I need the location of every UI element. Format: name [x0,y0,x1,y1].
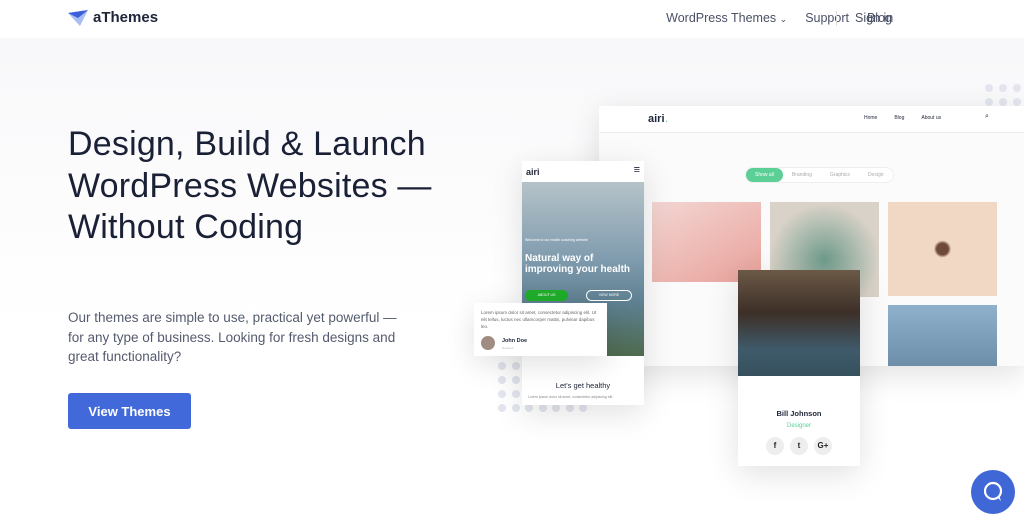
testimonial-name: John Doe [502,338,528,344]
profile-role: Designer [786,423,811,429]
nav-label: WordPress Themes [666,11,777,25]
chat-button[interactable] [971,470,1015,514]
nav-wordpress-themes[interactable]: WordPress Themes ⌄ [666,11,787,25]
portfolio-image-chair [888,305,997,366]
view-themes-button[interactable]: View Themes [68,393,191,429]
mock-nav-item: Blog [894,115,905,121]
mock-section-title: Let's get healthy [555,381,611,390]
chat-icon [983,481,1003,501]
profile-name: Bill Johnson [776,409,822,418]
mock-about-button: ABOUT US [525,290,568,301]
mock-body-text: Lorem ipsum dolor sit amet, consectetur … [528,395,614,399]
search-icon: ⌕ [985,113,989,120]
hamburger-icon: ≡ [633,164,640,176]
mobile-theme-preview: airi ≡ Welcome to our health coaching we… [522,161,644,405]
mock-filter: Graphics [829,172,850,178]
decor-dots [985,84,1021,106]
header: aThemes WordPress Themes ⌄ Support Blog … [0,0,1024,38]
mock-headline: Natural way of improving your health [525,253,631,275]
brand-name: aThemes [93,9,159,26]
mock-view-button: VIEW MORE [586,290,632,301]
mock-nav-item: About us [921,115,942,121]
testimonial-role: Designer [502,346,515,350]
profile-card: Bill Johnson Designer f t G+ [738,270,860,466]
mock-nav-item: Home [864,115,878,121]
page-title: Design, Build & Launch WordPress Website… [68,125,432,246]
testimonial-text: Lorem ipsum dolor sit amet, consectetur … [481,310,597,329]
mock-brand: airi [648,113,665,125]
hero-description: Our themes are simple to use, practical … [68,310,397,364]
social-links: f t G+ [738,435,860,455]
mock-filters: Show all Branding Graphics Design [745,167,894,183]
mock-nav: Home Blog About us [864,115,941,121]
nav-divider [836,11,837,26]
avatar [481,336,495,350]
chevron-down-icon: ⌄ [779,14,788,24]
mock-filter: Show all [746,168,783,182]
mock-welcome: Welcome to our health coaching website [525,238,588,242]
brand-dot: . [665,113,669,125]
google-plus-icon: G+ [814,436,832,455]
nav-support[interactable]: Support [805,11,849,25]
testimonial-card: Lorem ipsum dolor sit amet, consectetur … [474,303,607,356]
mock-filter: Branding [791,172,812,178]
mock-filter: Design [867,172,884,178]
brand-logo[interactable]: aThemes [68,9,158,26]
logo-icon [68,9,88,26]
twitter-icon: t [790,436,808,455]
profile-photo [738,270,860,376]
mock-brand: airi [526,167,540,177]
signin-link[interactable]: Sign in [855,11,893,25]
portfolio-image-coffee [888,202,997,296]
facebook-icon: f [766,436,784,455]
